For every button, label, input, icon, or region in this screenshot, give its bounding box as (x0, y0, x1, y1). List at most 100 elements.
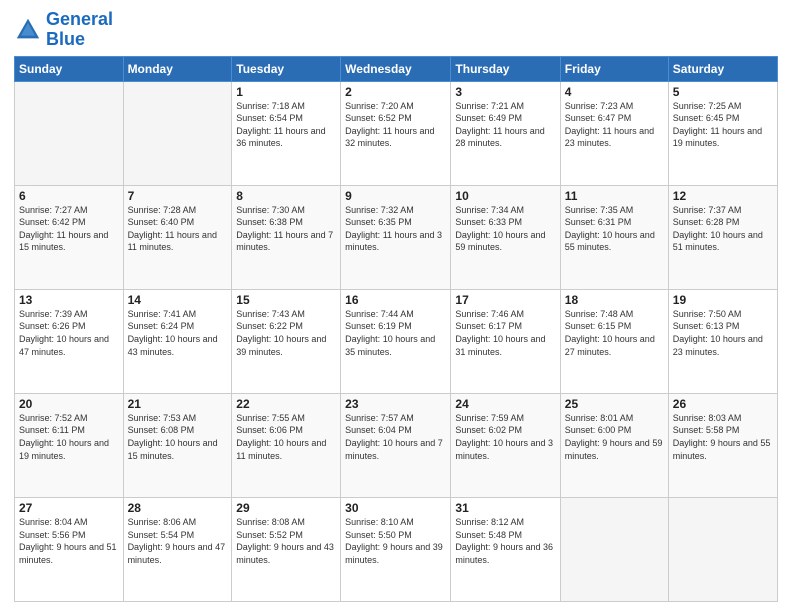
calendar-cell: 9Sunrise: 7:32 AMSunset: 6:35 PMDaylight… (341, 185, 451, 289)
day-info: Sunrise: 7:23 AMSunset: 6:47 PMDaylight:… (565, 100, 664, 150)
day-number: 13 (19, 293, 119, 307)
calendar-cell (15, 81, 124, 185)
day-info: Sunrise: 7:37 AMSunset: 6:28 PMDaylight:… (673, 204, 773, 254)
page: General Blue SundayMondayTuesdayWednesda… (0, 0, 792, 612)
calendar-cell: 21Sunrise: 7:53 AMSunset: 6:08 PMDayligh… (123, 393, 232, 497)
calendar-cell: 24Sunrise: 7:59 AMSunset: 6:02 PMDayligh… (451, 393, 560, 497)
weekday-header-monday: Monday (123, 56, 232, 81)
calendar-cell: 5Sunrise: 7:25 AMSunset: 6:45 PMDaylight… (668, 81, 777, 185)
weekday-header-row: SundayMondayTuesdayWednesdayThursdayFrid… (15, 56, 778, 81)
day-number: 8 (236, 189, 336, 203)
day-info: Sunrise: 7:44 AMSunset: 6:19 PMDaylight:… (345, 308, 446, 358)
calendar-cell: 29Sunrise: 8:08 AMSunset: 5:52 PMDayligh… (232, 497, 341, 601)
day-number: 30 (345, 501, 446, 515)
calendar-cell: 13Sunrise: 7:39 AMSunset: 6:26 PMDayligh… (15, 289, 124, 393)
calendar-week-row: 6Sunrise: 7:27 AMSunset: 6:42 PMDaylight… (15, 185, 778, 289)
calendar-cell: 18Sunrise: 7:48 AMSunset: 6:15 PMDayligh… (560, 289, 668, 393)
day-number: 3 (455, 85, 555, 99)
day-number: 14 (128, 293, 228, 307)
calendar-cell: 27Sunrise: 8:04 AMSunset: 5:56 PMDayligh… (15, 497, 124, 601)
day-number: 31 (455, 501, 555, 515)
calendar-week-row: 20Sunrise: 7:52 AMSunset: 6:11 PMDayligh… (15, 393, 778, 497)
weekday-header-friday: Friday (560, 56, 668, 81)
calendar-cell: 19Sunrise: 7:50 AMSunset: 6:13 PMDayligh… (668, 289, 777, 393)
day-info: Sunrise: 8:12 AMSunset: 5:48 PMDaylight:… (455, 516, 555, 566)
day-number: 17 (455, 293, 555, 307)
day-number: 20 (19, 397, 119, 411)
day-number: 23 (345, 397, 446, 411)
day-number: 19 (673, 293, 773, 307)
day-info: Sunrise: 8:08 AMSunset: 5:52 PMDaylight:… (236, 516, 336, 566)
day-info: Sunrise: 7:35 AMSunset: 6:31 PMDaylight:… (565, 204, 664, 254)
calendar-cell: 2Sunrise: 7:20 AMSunset: 6:52 PMDaylight… (341, 81, 451, 185)
calendar-cell: 12Sunrise: 7:37 AMSunset: 6:28 PMDayligh… (668, 185, 777, 289)
day-info: Sunrise: 7:20 AMSunset: 6:52 PMDaylight:… (345, 100, 446, 150)
day-info: Sunrise: 7:53 AMSunset: 6:08 PMDaylight:… (128, 412, 228, 462)
day-info: Sunrise: 8:01 AMSunset: 6:00 PMDaylight:… (565, 412, 664, 462)
day-info: Sunrise: 8:04 AMSunset: 5:56 PMDaylight:… (19, 516, 119, 566)
calendar-week-row: 13Sunrise: 7:39 AMSunset: 6:26 PMDayligh… (15, 289, 778, 393)
day-info: Sunrise: 7:28 AMSunset: 6:40 PMDaylight:… (128, 204, 228, 254)
calendar-cell: 25Sunrise: 8:01 AMSunset: 6:00 PMDayligh… (560, 393, 668, 497)
weekday-header-sunday: Sunday (15, 56, 124, 81)
day-info: Sunrise: 7:57 AMSunset: 6:04 PMDaylight:… (345, 412, 446, 462)
day-info: Sunrise: 8:03 AMSunset: 5:58 PMDaylight:… (673, 412, 773, 462)
calendar-cell: 28Sunrise: 8:06 AMSunset: 5:54 PMDayligh… (123, 497, 232, 601)
day-info: Sunrise: 8:06 AMSunset: 5:54 PMDaylight:… (128, 516, 228, 566)
day-number: 4 (565, 85, 664, 99)
calendar-cell: 3Sunrise: 7:21 AMSunset: 6:49 PMDaylight… (451, 81, 560, 185)
calendar-week-row: 1Sunrise: 7:18 AMSunset: 6:54 PMDaylight… (15, 81, 778, 185)
day-number: 1 (236, 85, 336, 99)
calendar-cell (560, 497, 668, 601)
calendar-cell: 7Sunrise: 7:28 AMSunset: 6:40 PMDaylight… (123, 185, 232, 289)
calendar-cell: 11Sunrise: 7:35 AMSunset: 6:31 PMDayligh… (560, 185, 668, 289)
day-info: Sunrise: 7:46 AMSunset: 6:17 PMDaylight:… (455, 308, 555, 358)
day-number: 18 (565, 293, 664, 307)
day-info: Sunrise: 7:34 AMSunset: 6:33 PMDaylight:… (455, 204, 555, 254)
day-number: 15 (236, 293, 336, 307)
day-info: Sunrise: 7:25 AMSunset: 6:45 PMDaylight:… (673, 100, 773, 150)
day-number: 24 (455, 397, 555, 411)
day-info: Sunrise: 7:21 AMSunset: 6:49 PMDaylight:… (455, 100, 555, 150)
day-info: Sunrise: 7:18 AMSunset: 6:54 PMDaylight:… (236, 100, 336, 150)
day-info: Sunrise: 7:39 AMSunset: 6:26 PMDaylight:… (19, 308, 119, 358)
weekday-header-thursday: Thursday (451, 56, 560, 81)
day-info: Sunrise: 7:41 AMSunset: 6:24 PMDaylight:… (128, 308, 228, 358)
calendar-cell (668, 497, 777, 601)
calendar-cell: 8Sunrise: 7:30 AMSunset: 6:38 PMDaylight… (232, 185, 341, 289)
day-number: 28 (128, 501, 228, 515)
day-info: Sunrise: 7:52 AMSunset: 6:11 PMDaylight:… (19, 412, 119, 462)
calendar-cell: 6Sunrise: 7:27 AMSunset: 6:42 PMDaylight… (15, 185, 124, 289)
weekday-header-wednesday: Wednesday (341, 56, 451, 81)
calendar-cell: 23Sunrise: 7:57 AMSunset: 6:04 PMDayligh… (341, 393, 451, 497)
calendar-cell: 31Sunrise: 8:12 AMSunset: 5:48 PMDayligh… (451, 497, 560, 601)
day-number: 6 (19, 189, 119, 203)
day-number: 25 (565, 397, 664, 411)
calendar-cell: 4Sunrise: 7:23 AMSunset: 6:47 PMDaylight… (560, 81, 668, 185)
calendar-cell: 26Sunrise: 8:03 AMSunset: 5:58 PMDayligh… (668, 393, 777, 497)
logo-icon (14, 16, 42, 44)
day-number: 9 (345, 189, 446, 203)
day-info: Sunrise: 7:55 AMSunset: 6:06 PMDaylight:… (236, 412, 336, 462)
day-info: Sunrise: 7:32 AMSunset: 6:35 PMDaylight:… (345, 204, 446, 254)
day-info: Sunrise: 7:27 AMSunset: 6:42 PMDaylight:… (19, 204, 119, 254)
logo: General Blue (14, 10, 113, 50)
weekday-header-tuesday: Tuesday (232, 56, 341, 81)
day-number: 7 (128, 189, 228, 203)
calendar-cell: 17Sunrise: 7:46 AMSunset: 6:17 PMDayligh… (451, 289, 560, 393)
day-number: 26 (673, 397, 773, 411)
day-info: Sunrise: 7:50 AMSunset: 6:13 PMDaylight:… (673, 308, 773, 358)
day-info: Sunrise: 8:10 AMSunset: 5:50 PMDaylight:… (345, 516, 446, 566)
day-number: 12 (673, 189, 773, 203)
day-number: 22 (236, 397, 336, 411)
day-number: 10 (455, 189, 555, 203)
day-info: Sunrise: 7:30 AMSunset: 6:38 PMDaylight:… (236, 204, 336, 254)
day-number: 2 (345, 85, 446, 99)
calendar-cell: 30Sunrise: 8:10 AMSunset: 5:50 PMDayligh… (341, 497, 451, 601)
calendar-cell: 16Sunrise: 7:44 AMSunset: 6:19 PMDayligh… (341, 289, 451, 393)
day-info: Sunrise: 7:43 AMSunset: 6:22 PMDaylight:… (236, 308, 336, 358)
calendar-cell: 22Sunrise: 7:55 AMSunset: 6:06 PMDayligh… (232, 393, 341, 497)
logo-text: General Blue (46, 10, 113, 50)
day-info: Sunrise: 7:59 AMSunset: 6:02 PMDaylight:… (455, 412, 555, 462)
day-number: 29 (236, 501, 336, 515)
